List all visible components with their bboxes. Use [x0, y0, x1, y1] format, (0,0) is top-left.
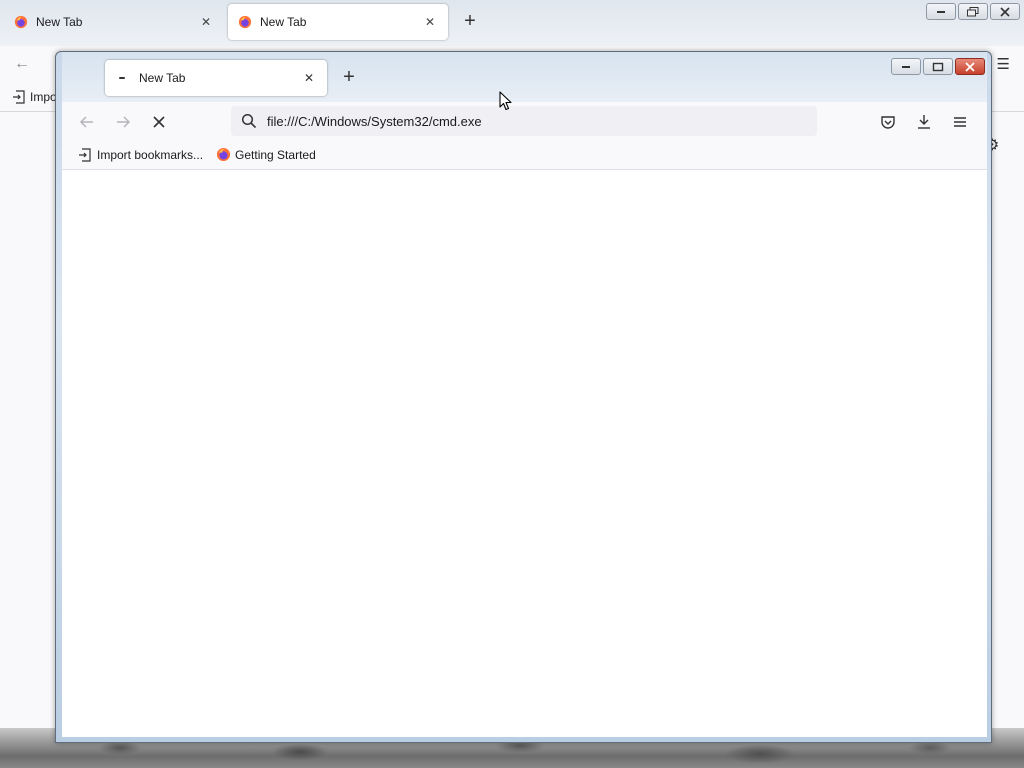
close-tab-icon[interactable]: ✕: [422, 15, 438, 29]
restore-icon: [967, 6, 979, 16]
background-tab-2-label: New Tab: [260, 15, 307, 29]
close-window-button[interactable]: [955, 58, 985, 75]
foreground-tab[interactable]: New Tab ✕: [105, 60, 327, 96]
foreground-nav-bar: file:///C:/Windows/System32/cmd.exe: [62, 102, 987, 140]
new-tab-button[interactable]: +: [339, 67, 359, 87]
import-icon: [77, 147, 93, 163]
close-tab-icon[interactable]: ✕: [198, 15, 214, 29]
background-tab-1-label: New Tab: [36, 15, 83, 29]
menu-button[interactable]: [950, 112, 970, 132]
download-icon: [918, 115, 930, 129]
foreground-window-controls: [891, 58, 985, 75]
stop-button[interactable]: [148, 111, 170, 133]
page-content-area[interactable]: [62, 170, 987, 737]
close-icon: [1000, 6, 1010, 17]
loading-dot-icon: [115, 71, 129, 85]
foreground-browser-window: New Tab ✕ + file:///C:/Windows/System32/…: [55, 51, 992, 743]
pocket-icon: [881, 116, 895, 129]
back-arrow-icon: [79, 116, 93, 128]
background-tab-1[interactable]: New Tab ✕: [4, 4, 224, 40]
hamburger-menu-icon: [954, 117, 966, 127]
minimize-button[interactable]: [926, 3, 956, 20]
bookmark-getting-started-label: Getting Started: [235, 147, 316, 162]
url-text[interactable]: file:///C:/Windows/System32/cmd.exe: [267, 114, 482, 129]
minimize-icon: [902, 65, 910, 68]
bookmark-getting-started[interactable]: Getting Started: [215, 147, 316, 163]
hamburger-menu-icon[interactable]: ☰: [997, 55, 1010, 73]
foreground-tab-label: New Tab: [139, 71, 186, 85]
restore-button[interactable]: [958, 3, 988, 20]
import-icon: [13, 90, 25, 104]
maximize-button[interactable]: [923, 58, 953, 75]
close-window-button[interactable]: [990, 3, 1020, 20]
bookmark-import[interactable]: Import bookmarks...: [77, 147, 203, 163]
bookmarks-toolbar: Import bookmarks... Getting Started: [62, 140, 987, 170]
background-window-controls: [926, 3, 1020, 20]
firefox-icon: [238, 15, 252, 29]
search-icon: [241, 113, 257, 129]
background-tab-2[interactable]: New Tab ✕: [228, 4, 448, 40]
forward-arrow-icon: [117, 116, 131, 128]
background-import-label: Impo: [30, 90, 57, 104]
close-tab-icon[interactable]: ✕: [301, 71, 317, 85]
downloads-button[interactable]: [914, 112, 934, 132]
back-button[interactable]: [76, 111, 98, 133]
close-icon: [965, 61, 975, 72]
maximize-icon: [932, 62, 944, 71]
mouse-cursor-icon: [499, 91, 512, 111]
minimize-icon: [937, 10, 945, 13]
pocket-button[interactable]: [878, 112, 898, 132]
new-tab-button[interactable]: +: [460, 11, 480, 31]
bookmark-import-label: Import bookmarks...: [97, 147, 204, 162]
stop-loading-icon: [153, 116, 165, 128]
url-bar[interactable]: file:///C:/Windows/System32/cmd.exe: [231, 106, 817, 136]
firefox-icon: [14, 15, 28, 29]
back-arrow-icon[interactable]: ←: [14, 55, 30, 73]
forward-button[interactable]: [112, 111, 134, 133]
minimize-button[interactable]: [891, 58, 921, 75]
background-import-bookmark[interactable]: Impo: [12, 90, 57, 104]
firefox-icon: [215, 147, 231, 163]
